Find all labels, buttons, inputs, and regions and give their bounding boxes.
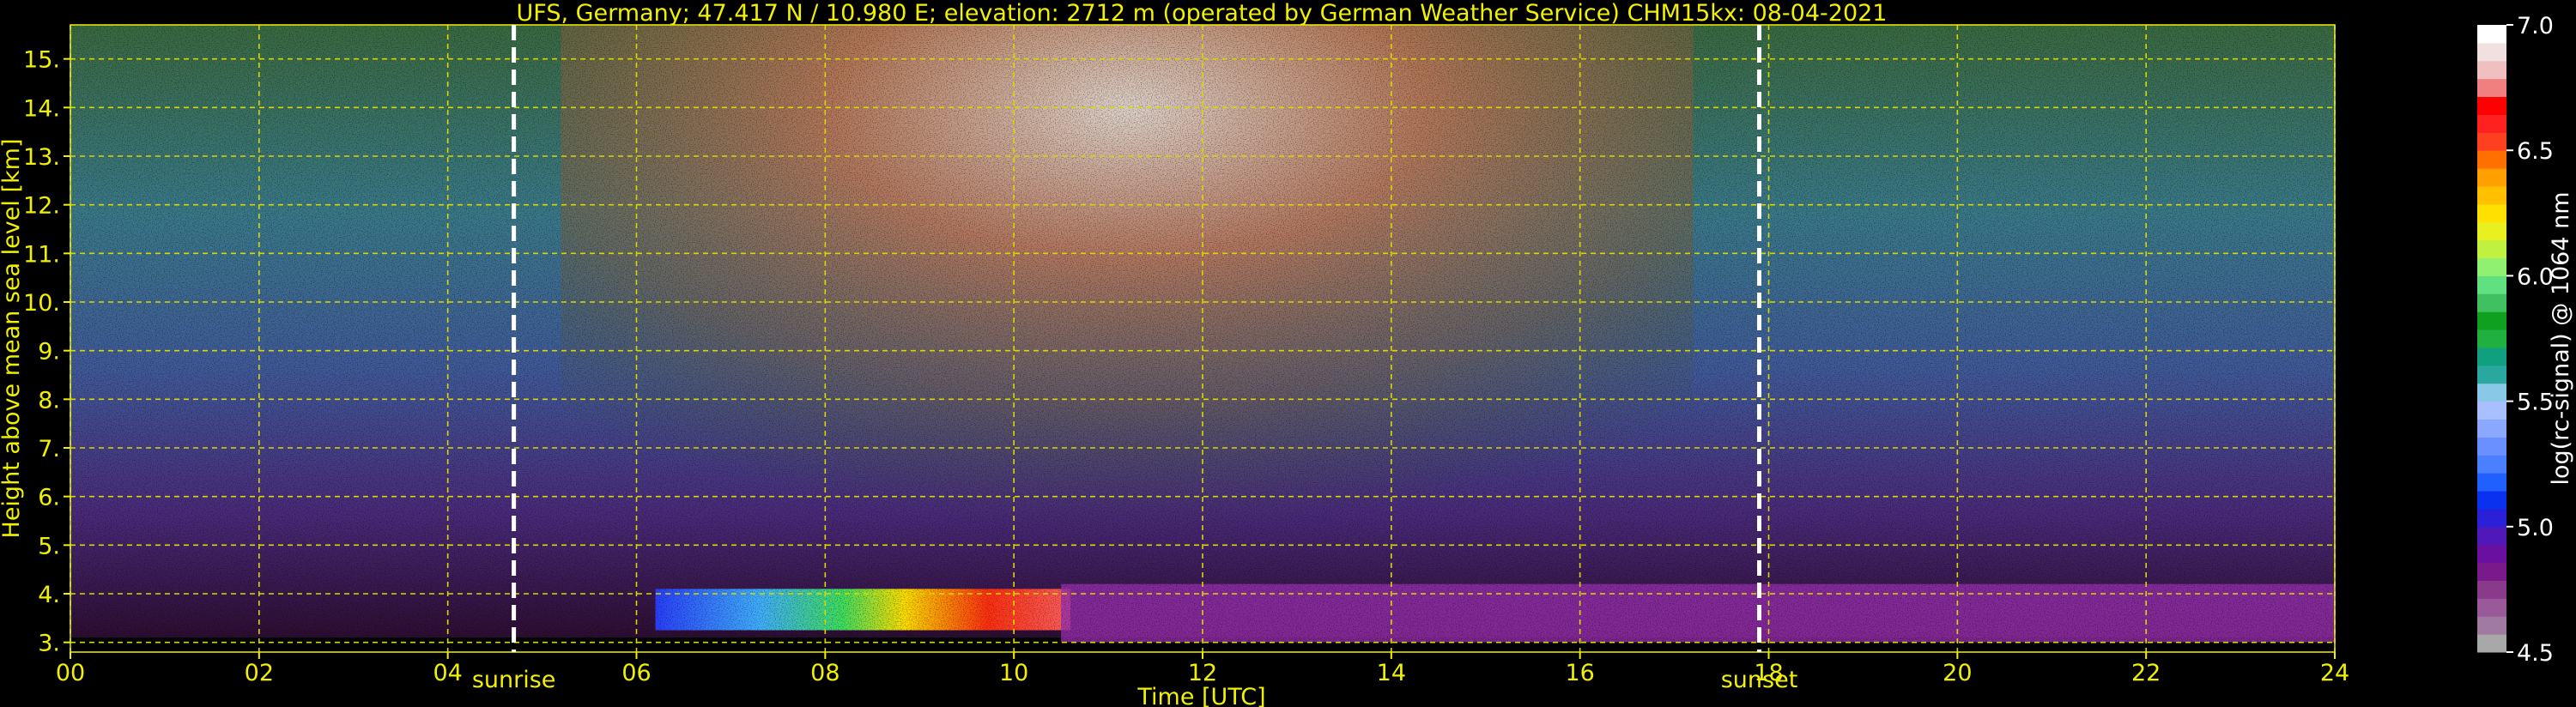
colorbar-segment bbox=[2477, 25, 2506, 44]
x-tick-label: 24 bbox=[2320, 660, 2349, 686]
colorbar-segment bbox=[2477, 96, 2506, 115]
x-tick-label: 14 bbox=[1377, 660, 1406, 686]
colorbar-tick-label: 7.0 bbox=[2517, 13, 2554, 39]
colorbar-segment bbox=[2477, 365, 2506, 384]
colorbar-label: log(rc-signal) @ 1064 nm bbox=[2548, 191, 2574, 485]
colorbar-segment bbox=[2477, 419, 2506, 438]
x-axis-label: Time [UTC] bbox=[1136, 684, 1265, 707]
x-tick-label: 00 bbox=[56, 660, 85, 686]
colorbar-segment bbox=[2477, 580, 2506, 599]
x-tick-label: 08 bbox=[810, 660, 839, 686]
colorbar-segment bbox=[2477, 275, 2506, 294]
colorbar-segment bbox=[2477, 347, 2506, 366]
colorbar-segment bbox=[2477, 544, 2506, 564]
y-tick-label: 14. bbox=[23, 95, 60, 122]
x-tick-label: 06 bbox=[621, 660, 651, 686]
colorbar-segment bbox=[2477, 221, 2506, 241]
colorbar-segment bbox=[2477, 293, 2506, 312]
colorbar-segment bbox=[2477, 437, 2506, 456]
colorbar-segment bbox=[2477, 329, 2506, 348]
y-tick-label: 6. bbox=[38, 485, 60, 511]
event-label-sunrise: sunrise bbox=[472, 667, 556, 693]
colorbar-segment bbox=[2477, 508, 2506, 528]
x-axis-ticks: 00 02 04 06 08 10 12 14 16 18 20 22 24 bbox=[56, 652, 2349, 686]
colorbar-segment bbox=[2477, 562, 2506, 581]
colorbar-segment bbox=[2477, 168, 2506, 187]
colorbar-segment bbox=[2477, 473, 2506, 492]
y-tick-label: 5. bbox=[38, 533, 60, 559]
colorbar-segment bbox=[2477, 491, 2506, 510]
colorbar bbox=[2477, 25, 2506, 653]
x-tick-label: 16 bbox=[1565, 660, 1594, 686]
colorbar-segment bbox=[2477, 257, 2506, 276]
colorbar-segment bbox=[2477, 311, 2506, 330]
colorbar-segment bbox=[2477, 78, 2506, 98]
ceilometer-chart: sunrise sunset 00 02 04 06 08 10 12 14 16 18 20 22 24… bbox=[0, 0, 2574, 707]
colorbar-segment bbox=[2477, 383, 2506, 402]
x-tick-label: 20 bbox=[1943, 660, 1972, 686]
colorbar-segment bbox=[2477, 114, 2506, 133]
colorbar-segment bbox=[2477, 132, 2506, 151]
colorbar-tick-label: 6.5 bbox=[2517, 138, 2554, 165]
y-tick-label: 13. bbox=[23, 144, 60, 171]
x-tick-label: 12 bbox=[1188, 660, 1217, 686]
y-axis-ticks: 3. 4. 5. 6. 7. 8. 9. 10. 11. 12. 13. 14. 15. bbox=[23, 47, 70, 657]
colorbar-segment bbox=[2477, 239, 2506, 259]
colorbar-segment bbox=[2477, 150, 2506, 169]
colorbar-segment bbox=[2477, 401, 2506, 420]
colorbar-ticks: 4.55.05.56.06.57.0 bbox=[2506, 13, 2554, 667]
y-tick-label: 10. bbox=[23, 290, 60, 317]
y-tick-label: 9. bbox=[38, 339, 60, 366]
y-tick-label: 3. bbox=[38, 631, 60, 657]
colorbar-segment bbox=[2477, 42, 2506, 62]
colorbar-segment bbox=[2477, 634, 2506, 653]
x-tick-label: 10 bbox=[999, 660, 1028, 686]
x-tick-label: 18 bbox=[1754, 660, 1783, 686]
colorbar-segment bbox=[2477, 526, 2506, 546]
y-tick-label: 11. bbox=[23, 241, 60, 268]
chart-title: UFS, Germany; 47.417 N / 10.980 E; eleva… bbox=[517, 0, 1888, 27]
y-tick-label: 15. bbox=[23, 47, 60, 74]
y-tick-label: 8. bbox=[38, 387, 60, 414]
x-tick-label: 02 bbox=[245, 660, 274, 686]
colorbar-segment bbox=[2477, 616, 2506, 635]
colorbar-segment bbox=[2477, 455, 2506, 474]
colorbar-segment bbox=[2477, 185, 2506, 205]
y-tick-label: 7. bbox=[38, 436, 60, 462]
colorbar-tick-label: 4.5 bbox=[2517, 640, 2554, 667]
x-tick-label: 22 bbox=[2131, 660, 2161, 686]
colorbar-segment bbox=[2477, 203, 2506, 223]
colorbar-tick-label: 5.0 bbox=[2517, 515, 2554, 541]
x-tick-label: 04 bbox=[433, 660, 462, 686]
colorbar-segment bbox=[2477, 598, 2506, 617]
y-tick-label: 4. bbox=[38, 582, 60, 608]
colorbar-segment bbox=[2477, 60, 2506, 80]
y-tick-label: 12. bbox=[23, 193, 60, 220]
y-axis-label: Height above mean sea level [km] bbox=[0, 139, 25, 539]
